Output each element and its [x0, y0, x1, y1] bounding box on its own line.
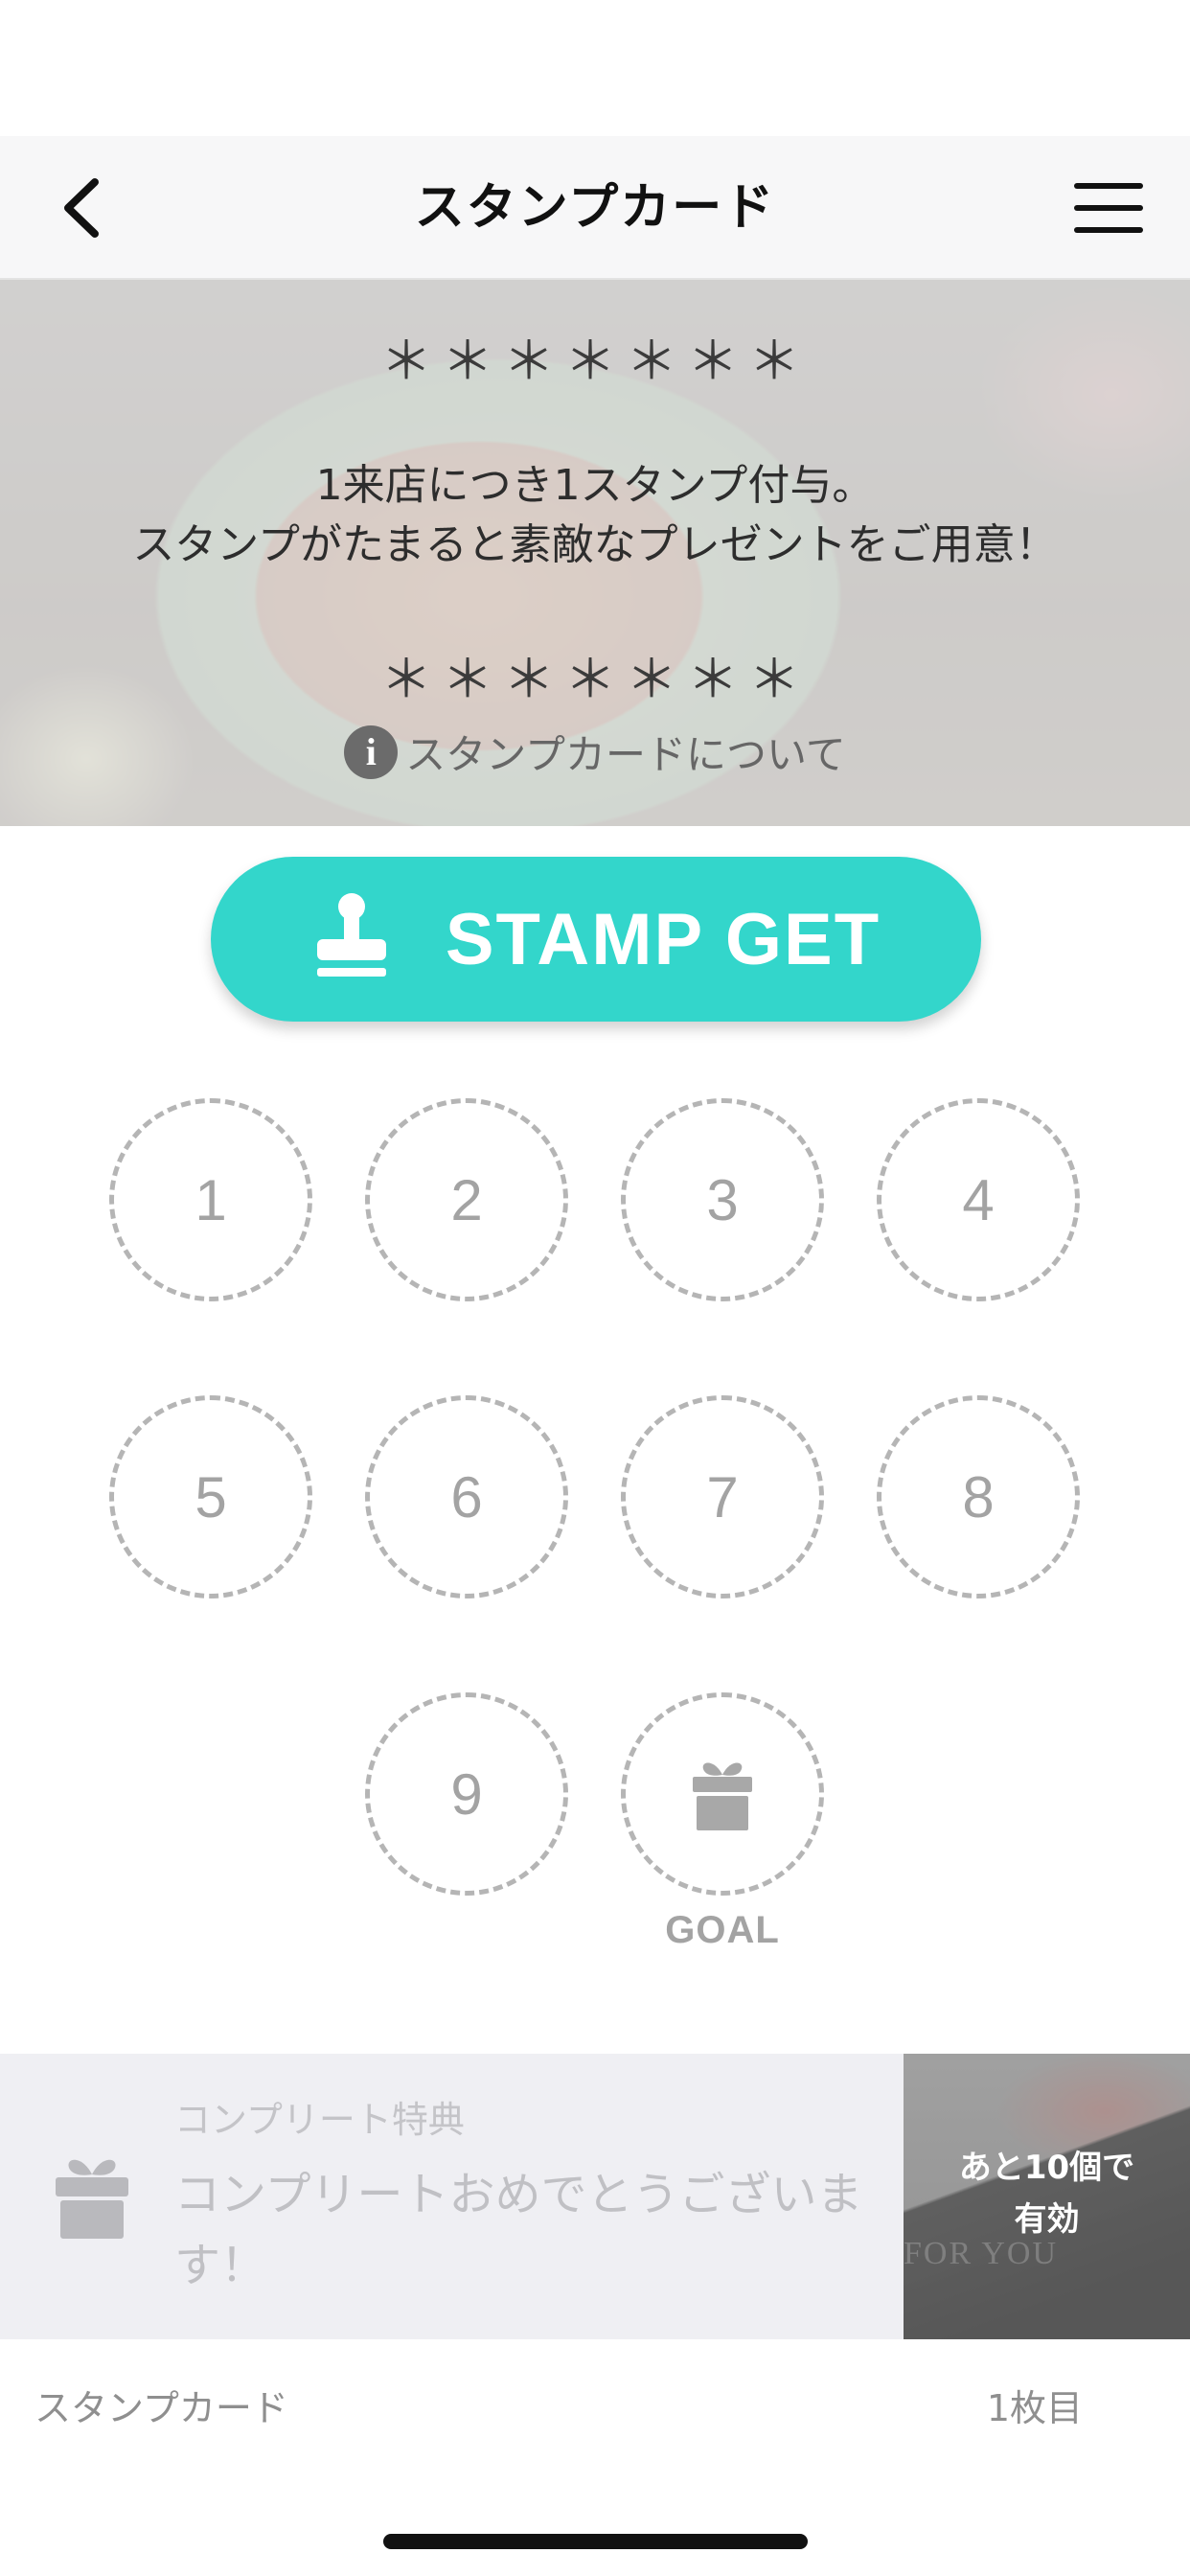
- page-title: スタンプカード: [414, 179, 776, 237]
- hero-content: ＊＊＊＊＊＊＊ 1来店につき1スタンプ付与。 スタンプがたまると素敵なプレゼント…: [0, 280, 1190, 826]
- status-bar: [0, 0, 1190, 136]
- about-stamp-card-label: スタンプカードについて: [405, 731, 846, 778]
- home-indicator[interactable]: [383, 2534, 808, 2549]
- stamp-get-label: STAMP GET: [445, 898, 881, 980]
- stamp-slot-9: 9: [365, 1692, 568, 1896]
- stamp-slot-7: 7: [621, 1395, 824, 1598]
- stamp-slot-3: 3: [621, 1098, 824, 1301]
- hamburger-menu-icon: [1074, 183, 1143, 233]
- reward-remaining-line1: あと10個で: [958, 2149, 1135, 2187]
- reward-remaining-line2: 有効: [1014, 2200, 1080, 2239]
- goal-label: GOAL: [665, 1909, 780, 1951]
- stamp-slot-5: 5: [109, 1395, 312, 1598]
- stamp-slot-1: 1: [109, 1098, 312, 1301]
- hero-description-line2: スタンプがたまると素敵なプレゼントをご用意！: [132, 520, 1058, 569]
- reward-image: FOR YOU あと10個で 有効: [904, 2054, 1190, 2339]
- gift-icon: [693, 1762, 752, 1830]
- complete-reward-card[interactable]: コンプリート特典 コンプリートおめでとうございます！ FOR YOU あと10個…: [0, 2054, 1190, 2339]
- navigation-bar: スタンプカード: [0, 136, 1190, 280]
- info-icon: i: [344, 724, 399, 779]
- stamp-icon: [316, 893, 386, 977]
- stamp-slot-8: 8: [877, 1395, 1080, 1598]
- hero-description-line1: 1来店につき1スタンプ付与。: [315, 461, 875, 510]
- hero-banner: ＊＊＊＊＊＊＊ 1来店につき1スタンプ付与。 スタンプがたまると素敵なプレゼント…: [0, 280, 1190, 826]
- reward-caption: コンプリート特典: [174, 2099, 465, 2141]
- stamp-slot-2: 2: [365, 1098, 568, 1301]
- stamp-get-button[interactable]: STAMP GET: [211, 857, 981, 1022]
- stamp-slot-6: 6: [365, 1395, 568, 1598]
- stamp-slot-4: 4: [877, 1098, 1080, 1301]
- reward-title: コンプリートおめでとうございます！: [174, 2168, 863, 2292]
- hero-stars-top: ＊＊＊＊＊＊＊: [380, 331, 810, 391]
- footer-card-count: 1枚目: [986, 2387, 1083, 2429]
- reward-remaining-badge: あと10個で 有効: [904, 2142, 1190, 2245]
- footer-card-name: スタンプカード: [34, 2387, 288, 2429]
- menu-button[interactable]: [1065, 165, 1152, 251]
- gift-icon: [56, 2159, 128, 2239]
- about-stamp-card-link[interactable]: i スタンプカードについて: [0, 723, 1190, 781]
- hero-stars-bottom: ＊＊＊＊＊＊＊: [380, 649, 810, 709]
- stamp-slot-goal: [621, 1692, 824, 1896]
